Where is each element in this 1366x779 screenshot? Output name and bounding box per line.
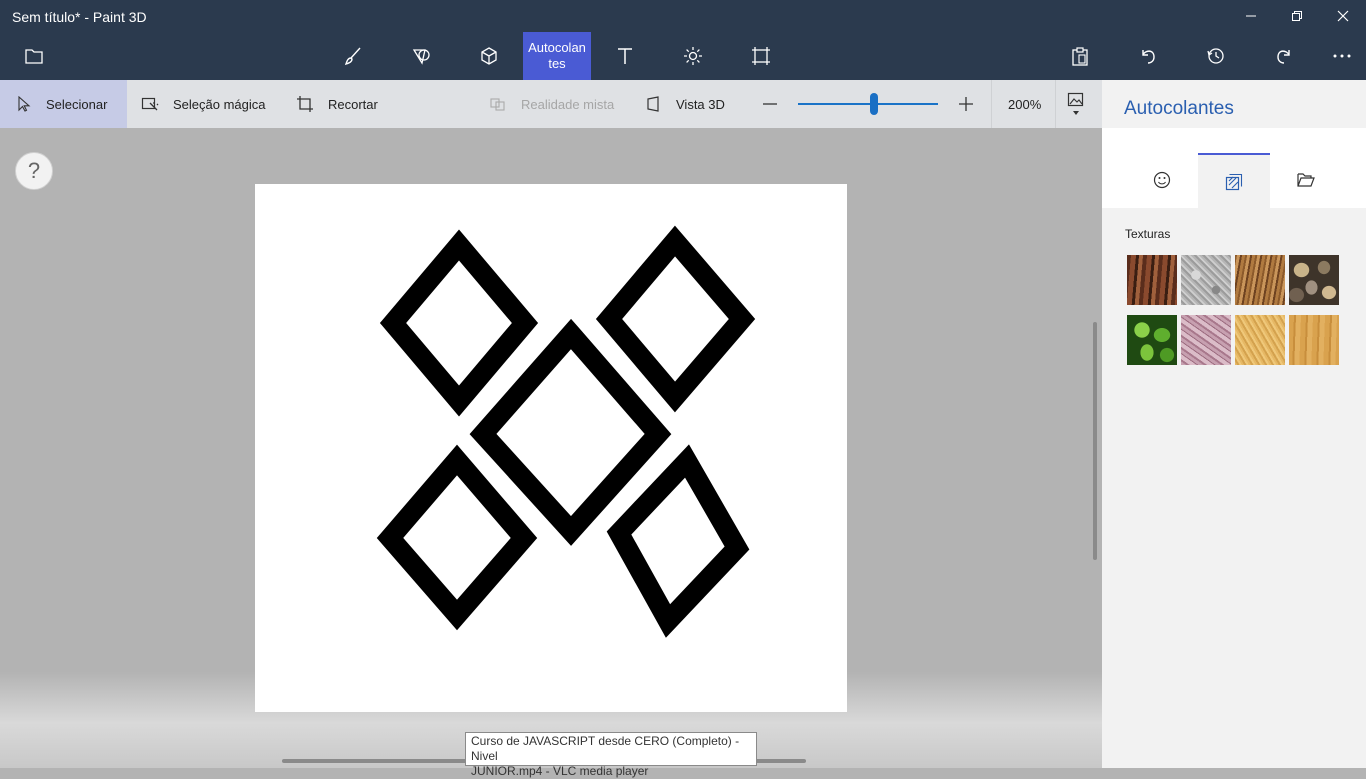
- texture-granite[interactable]: [1181, 255, 1231, 305]
- more-button[interactable]: [1319, 32, 1365, 80]
- select-label: Selecionar: [46, 96, 108, 112]
- stickers-label: Autocolan tes: [528, 40, 586, 71]
- undo-button[interactable]: [1125, 32, 1171, 80]
- magic-select-label: Seleção mágica: [173, 96, 266, 112]
- undo-icon: [1142, 50, 1155, 64]
- restore-button[interactable]: [1274, 0, 1320, 32]
- crop-label: Recortar: [328, 96, 378, 112]
- mixed-reality-icon: [490, 98, 505, 111]
- effects-icon: [684, 47, 702, 65]
- diamonds-drawing: [376, 225, 756, 638]
- 2d-shapes-icon: [412, 49, 430, 65]
- select-button[interactable]: Selecionar: [0, 80, 127, 128]
- paste-button[interactable]: [1057, 32, 1103, 80]
- restore-icon: [1292, 11, 1302, 21]
- panel-tabs: [1102, 128, 1366, 209]
- mixed-reality-label: Realidade mista: [521, 96, 615, 112]
- 2d-shapes-button[interactable]: [398, 32, 444, 80]
- 3d-shapes-icon: [481, 47, 497, 65]
- tab-stickers[interactable]: [1126, 153, 1198, 207]
- textures-section-label: Texturas: [1125, 227, 1171, 241]
- texture-sand[interactable]: [1235, 315, 1285, 365]
- view-options-button[interactable]: [1067, 80, 1085, 128]
- texture-pink-marble[interactable]: [1181, 315, 1231, 365]
- zoom-value[interactable]: 200%: [1008, 80, 1041, 128]
- text-icon: [618, 48, 632, 64]
- minimize-icon: [1246, 15, 1256, 17]
- brush-icon: [344, 47, 361, 66]
- stickers-panel: Autocolantes Texturas: [1102, 80, 1366, 768]
- view-3d-button[interactable]: Vista 3D: [646, 80, 725, 128]
- close-icon: [1337, 10, 1349, 22]
- crop-icon: [297, 96, 313, 112]
- zoom-value-label: 200%: [1008, 96, 1042, 112]
- paste-icon: [1072, 47, 1088, 66]
- texture-leaves[interactable]: [1127, 315, 1177, 365]
- crop-button[interactable]: Recortar: [296, 80, 378, 128]
- view-3d-label: Vista 3D: [676, 96, 725, 112]
- texture-pebbles[interactable]: [1289, 255, 1339, 305]
- mixed-reality-button[interactable]: Realidade mista: [489, 80, 614, 128]
- canvas-icon: [752, 47, 770, 65]
- diamond-shape: [376, 444, 538, 631]
- magic-select-icon: [141, 97, 159, 111]
- zoom-out-button[interactable]: [762, 80, 778, 128]
- chevron-down-icon: [1073, 111, 1079, 115]
- folder-icon: [25, 49, 43, 64]
- zoom-slider[interactable]: [798, 93, 938, 115]
- title-bar: Sem título* - Paint 3D Autocolan tes: [0, 0, 1366, 80]
- redo-icon: [1277, 50, 1290, 64]
- effects-button[interactable]: [670, 32, 716, 80]
- tooltip-line-2: JUNIOR.mp4 - VLC media player: [471, 764, 649, 778]
- drawing-canvas[interactable]: [255, 184, 847, 712]
- history-icon: [1207, 48, 1224, 64]
- redo-button[interactable]: [1261, 32, 1307, 80]
- canvas-button[interactable]: [738, 32, 784, 80]
- vertical-scrollbar[interactable]: [1093, 322, 1097, 560]
- tab-textures[interactable]: [1198, 153, 1270, 209]
- help-button[interactable]: ?: [15, 152, 53, 190]
- zoom-divider-left: [991, 80, 992, 128]
- zoom-slider-thumb[interactable]: [869, 93, 878, 115]
- history-button[interactable]: [1193, 32, 1239, 80]
- textures-icon: [1225, 173, 1243, 191]
- minus-icon: [763, 103, 777, 105]
- zoom-slider-track: [798, 103, 938, 105]
- cursor-icon: [18, 96, 31, 112]
- image-view-icon: [1067, 92, 1084, 107]
- diamond-shape: [595, 225, 756, 413]
- text-button[interactable]: [602, 32, 648, 80]
- texture-wood[interactable]: [1289, 315, 1339, 365]
- smiley-icon: [1153, 171, 1171, 189]
- diamond-shape: [606, 444, 750, 638]
- sticker-toolbar: Selecionar Seleção mágica Recortar Reali…: [0, 80, 1102, 128]
- tab-custom-stickers[interactable]: [1270, 153, 1342, 207]
- diamond-shape: [379, 229, 539, 417]
- diamond-shape: [469, 318, 672, 546]
- plus-icon: [959, 97, 973, 111]
- more-icon: [1333, 54, 1351, 58]
- tooltip-line-1: Curso de JAVASCRIPT desde CERO (Completo…: [471, 734, 740, 763]
- panel-title: Autocolantes: [1124, 98, 1234, 119]
- menu-button[interactable]: [11, 32, 57, 80]
- close-button[interactable]: [1320, 0, 1366, 32]
- taskbar-tooltip: Curso de JAVASCRIPT desde CERO (Completo…: [465, 732, 757, 778]
- window-title: Sem título* - Paint 3D: [12, 9, 147, 25]
- brushes-button[interactable]: [330, 32, 376, 80]
- zoom-divider-right: [1055, 80, 1056, 128]
- view-3d-icon: [647, 96, 659, 112]
- magic-select-button[interactable]: Seleção mágica: [141, 80, 266, 128]
- 3d-shapes-button[interactable]: [466, 32, 512, 80]
- open-folder-icon: [1297, 173, 1315, 187]
- stickers-button[interactable]: Autocolan tes: [523, 32, 591, 80]
- texture-hair[interactable]: [1235, 255, 1285, 305]
- minimize-button[interactable]: [1228, 0, 1274, 32]
- zoom-in-button[interactable]: [958, 80, 974, 128]
- texture-bark[interactable]: [1127, 255, 1177, 305]
